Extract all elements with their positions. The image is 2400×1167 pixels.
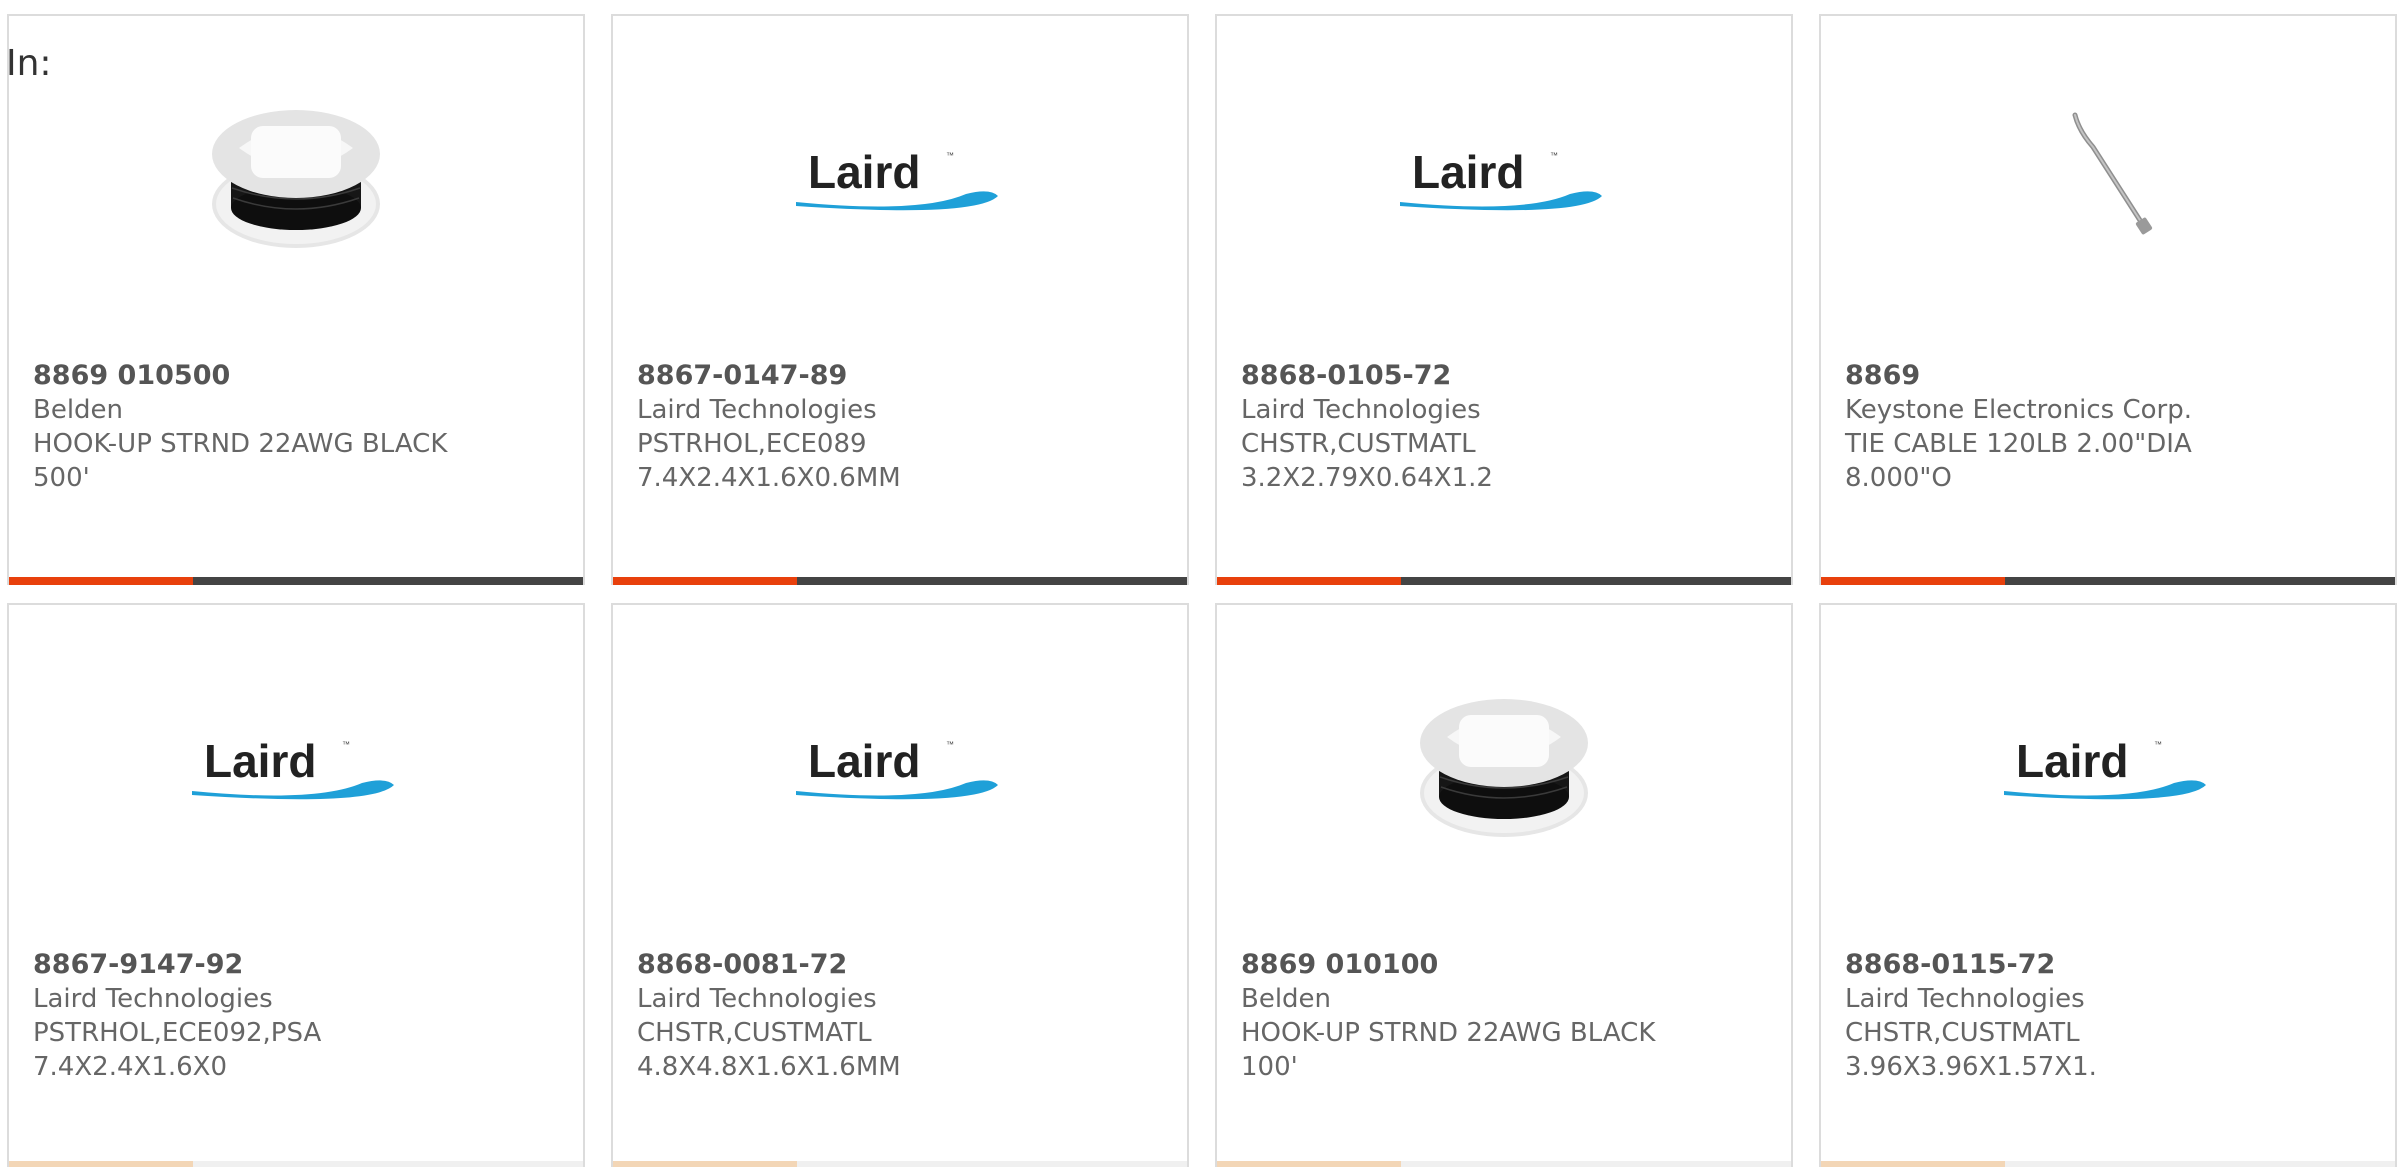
manufacturer: Keystone Electronics Corp. bbox=[1845, 395, 2193, 425]
svg-text:Laird: Laird bbox=[2016, 735, 2128, 787]
manufacturer: Laird Technologies bbox=[1241, 395, 1481, 425]
product-info: 8869 010100 Belden HOOK-UP STRND 22AWG B… bbox=[1241, 948, 1761, 1084]
part-number-link[interactable]: 8867-0147-89 bbox=[637, 359, 1157, 393]
description: HOOK-UP STRND 22AWG BLACK 500' bbox=[33, 429, 448, 493]
description: HOOK-UP STRND 22AWG BLACK 100' bbox=[1241, 1018, 1656, 1082]
svg-text:™: ™ bbox=[946, 151, 954, 160]
laird-logo: Laird ™ bbox=[613, 605, 1187, 935]
laird-logo: Laird ™ bbox=[613, 16, 1187, 346]
product-info: 8869 Keystone Electronics Corp. TIE CABL… bbox=[1845, 359, 2365, 495]
manufacturer: Belden bbox=[33, 395, 124, 425]
description: CHSTR,CUSTMATL 3.96X3.96X1.57X1. bbox=[1845, 1018, 2097, 1082]
progress-fill bbox=[1821, 1161, 2005, 1167]
laird-logo: Laird ™ bbox=[1821, 605, 2395, 935]
product-card[interactable]: 8869 010500 Belden HOOK-UP STRND 22AWG B… bbox=[7, 14, 585, 585]
progress-bar bbox=[613, 1161, 1187, 1167]
part-number-link[interactable]: 8868-0105-72 bbox=[1241, 359, 1761, 393]
product-card[interactable]: 8869 010100 Belden HOOK-UP STRND 22AWG B… bbox=[1215, 603, 1793, 1167]
svg-text:™: ™ bbox=[1550, 151, 1558, 160]
product-info: 8867-9147-92 Laird Technologies PSTRHOL,… bbox=[33, 948, 553, 1084]
progress-bar bbox=[1821, 1161, 2395, 1167]
description: TIE CABLE 120LB 2.00"DIA 8.000"O bbox=[1845, 429, 2192, 493]
product-grid-page: In: 8869 010500 Belden HOOK-UP STRND 22A… bbox=[0, 0, 2400, 1167]
product-info: 8867-0147-89 Laird Technologies PSTRHOL,… bbox=[637, 359, 1157, 495]
svg-text:Laird: Laird bbox=[808, 146, 920, 198]
wire-spool-icon bbox=[9, 16, 583, 346]
description: CHSTR,CUSTMATL 3.2X2.79X0.64X1.2 bbox=[1241, 429, 1493, 493]
product-card[interactable]: Laird ™ 8868-0115-72 Laird Technologies C… bbox=[1819, 603, 2397, 1167]
laird-logo: Laird ™ bbox=[1217, 16, 1791, 346]
progress-bar bbox=[1217, 1161, 1791, 1167]
manufacturer: Laird Technologies bbox=[637, 984, 877, 1014]
product-info: 8868-0115-72 Laird Technologies CHSTR,CU… bbox=[1845, 948, 2365, 1084]
progress-fill bbox=[9, 577, 193, 585]
progress-fill bbox=[1821, 577, 2005, 585]
description: CHSTR,CUSTMATL 4.8X4.8X1.6X1.6MM bbox=[637, 1018, 901, 1082]
laird-logo: Laird ™ bbox=[9, 605, 583, 935]
svg-text:™: ™ bbox=[2154, 740, 2162, 749]
product-card[interactable]: Laird ™ 8868-0081-72 Laird Technologies C… bbox=[611, 603, 1189, 1167]
part-number-link[interactable]: 8868-0115-72 bbox=[1845, 948, 2365, 982]
progress-fill bbox=[1217, 577, 1401, 585]
part-number-link[interactable]: 8869 bbox=[1845, 359, 2365, 393]
product-card[interactable]: Laird ™ 8868-0105-72 Laird Technologies C… bbox=[1215, 14, 1793, 585]
part-number-link[interactable]: 8867-9147-92 bbox=[33, 948, 553, 982]
part-number-link[interactable]: 8868-0081-72 bbox=[637, 948, 1157, 982]
product-info: 8869 010500 Belden HOOK-UP STRND 22AWG B… bbox=[33, 359, 553, 495]
product-info: 8868-0105-72 Laird Technologies CHSTR,CU… bbox=[1241, 359, 1761, 495]
part-number-link[interactable]: 8869 010500 bbox=[33, 359, 553, 393]
manufacturer: Laird Technologies bbox=[33, 984, 273, 1014]
product-info: 8868-0081-72 Laird Technologies CHSTR,CU… bbox=[637, 948, 1157, 1084]
product-card[interactable]: 8869 Keystone Electronics Corp. TIE CABL… bbox=[1819, 14, 2397, 585]
progress-bar bbox=[1821, 577, 2395, 585]
description: PSTRHOL,ECE089 7.4X2.4X1.6X0.6MM bbox=[637, 429, 901, 493]
progress-bar bbox=[9, 1161, 583, 1167]
cable-tie-icon bbox=[1821, 16, 2395, 346]
progress-bar bbox=[613, 577, 1187, 585]
product-card[interactable]: Laird ™ 8867-0147-89 Laird Technologies P… bbox=[611, 14, 1189, 585]
manufacturer: Belden bbox=[1241, 984, 1332, 1014]
progress-fill bbox=[1217, 1161, 1401, 1167]
description: PSTRHOL,ECE092,PSA 7.4X2.4X1.6X0 bbox=[33, 1018, 322, 1082]
product-card[interactable]: Laird ™ 8867-9147-92 Laird Technologies P… bbox=[7, 603, 585, 1167]
svg-text:Laird: Laird bbox=[204, 735, 316, 787]
progress-fill bbox=[9, 1161, 193, 1167]
filter-label: In: bbox=[6, 43, 52, 84]
progress-bar bbox=[1217, 577, 1791, 585]
progress-bar bbox=[9, 577, 583, 585]
svg-text:™: ™ bbox=[946, 740, 954, 749]
progress-fill bbox=[613, 577, 797, 585]
svg-text:Laird: Laird bbox=[1412, 146, 1524, 198]
svg-text:Laird: Laird bbox=[808, 735, 920, 787]
svg-text:™: ™ bbox=[342, 740, 350, 749]
wire-spool-icon bbox=[1217, 605, 1791, 935]
manufacturer: Laird Technologies bbox=[637, 395, 877, 425]
part-number-link[interactable]: 8869 010100 bbox=[1241, 948, 1761, 982]
progress-fill bbox=[613, 1161, 797, 1167]
manufacturer: Laird Technologies bbox=[1845, 984, 2085, 1014]
